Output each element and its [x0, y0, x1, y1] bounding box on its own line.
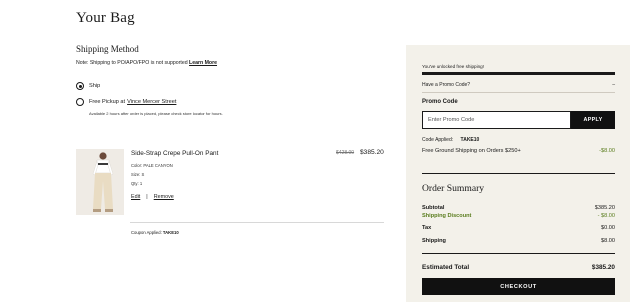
promo-code-input[interactable] [422, 111, 571, 129]
product-image[interactable] [76, 149, 124, 215]
coupon-divider [130, 222, 384, 223]
code-applied: Code Applied: TAKE10 [422, 137, 615, 143]
promo-code-label: Promo Code [422, 99, 458, 105]
collapse-icon[interactable]: – [612, 82, 615, 88]
store-link[interactable]: Vince Mercer Street [127, 99, 176, 105]
edit-link[interactable]: Edit [131, 194, 140, 200]
model-wearing-pants-image [76, 149, 124, 215]
pickup-subtext: Available 2 hours after order is placed,… [89, 111, 223, 116]
code-applied-label: Code Applied: [422, 137, 454, 143]
action-separator: | [146, 194, 148, 200]
shipping-note: Note: Shipping to PO/APO/FPO is not supp… [76, 60, 217, 66]
coupon-applied-code: TAKE10 [162, 230, 179, 235]
estimated-total-label: Estimated Total [422, 264, 470, 271]
tax-label: Tax [422, 225, 432, 231]
ship-option-label: Ship [89, 83, 101, 89]
estimated-total-row: Estimated Total $385.20 [422, 264, 615, 271]
promo-divider [422, 92, 615, 93]
shipping-label: Shipping [422, 238, 446, 244]
ship-radio[interactable] [76, 82, 84, 90]
pickup-radio[interactable] [76, 98, 84, 106]
free-ground-shipping-value: -$8.00 [599, 148, 615, 154]
product-name[interactable]: Side-Strap Crepe Pull-On Pant [131, 150, 218, 157]
summary-row-tax: Tax $0.00 [422, 225, 615, 231]
promo-toggle[interactable]: Have a Promo Code? – [422, 82, 615, 88]
apply-button[interactable]: APPLY [571, 111, 615, 129]
page-title: Your Bag [76, 10, 135, 26]
estimated-total-value: $385.20 [591, 264, 615, 271]
subtotal-label: Subtotal [422, 205, 445, 211]
product-actions: Edit | Remove [131, 194, 174, 200]
pickup-option[interactable]: Free Pickup at Vince Mercer Street [76, 98, 176, 106]
order-sidebar: You've unlocked free shipping! Have a Pr… [406, 45, 630, 302]
remove-link[interactable]: Remove [154, 194, 174, 200]
tax-value: $0.00 [601, 225, 615, 231]
coupon-applied-label: Coupon Applied: [131, 230, 162, 235]
summary-divider [422, 173, 615, 174]
shipping-discount-label: Shipping Discount [422, 213, 472, 219]
total-divider [422, 253, 615, 254]
product-qty: Qty: 1 [131, 181, 143, 186]
code-applied-value: TAKE10 [460, 137, 480, 143]
promo-toggle-label: Have a Promo Code? [422, 82, 471, 88]
product-price: $385.20 [360, 149, 384, 156]
summary-row-shipping-discount: Shipping Discount - $8.00 [422, 213, 615, 219]
free-ground-shipping-label: Free Ground Shipping on Orders $250+ [422, 148, 521, 154]
product-original-price: $428.00 [336, 150, 355, 156]
shipping-method-title: Shipping Method [76, 44, 139, 54]
order-summary-title: Order Summary [422, 183, 485, 194]
learn-more-link[interactable]: Learn More [189, 60, 217, 66]
free-shipping-message: You've unlocked free shipping! [422, 64, 485, 69]
pickup-option-label: Free Pickup at [89, 99, 126, 105]
ship-option[interactable]: Ship [76, 82, 100, 90]
coupon-applied: Coupon Applied: TAKE10 [131, 230, 179, 235]
shipping-discount-value: - $8.00 [597, 213, 615, 219]
product-size: Size: S [131, 172, 145, 177]
checkout-button[interactable]: CHECKOUT [422, 278, 615, 295]
product-color: Color: PALE CANYON [131, 163, 173, 168]
subtotal-value: $385.20 [594, 205, 615, 211]
promo-form: APPLY [422, 111, 615, 129]
summary-row-shipping: Shipping $8.00 [422, 238, 615, 244]
summary-row-subtotal: Subtotal $385.20 [422, 205, 615, 211]
free-shipping-progress-bar [422, 72, 615, 75]
shipping-value: $8.00 [601, 238, 615, 244]
shipping-note-text: Note: Shipping to PO/APO/FPO is not supp… [76, 60, 188, 66]
